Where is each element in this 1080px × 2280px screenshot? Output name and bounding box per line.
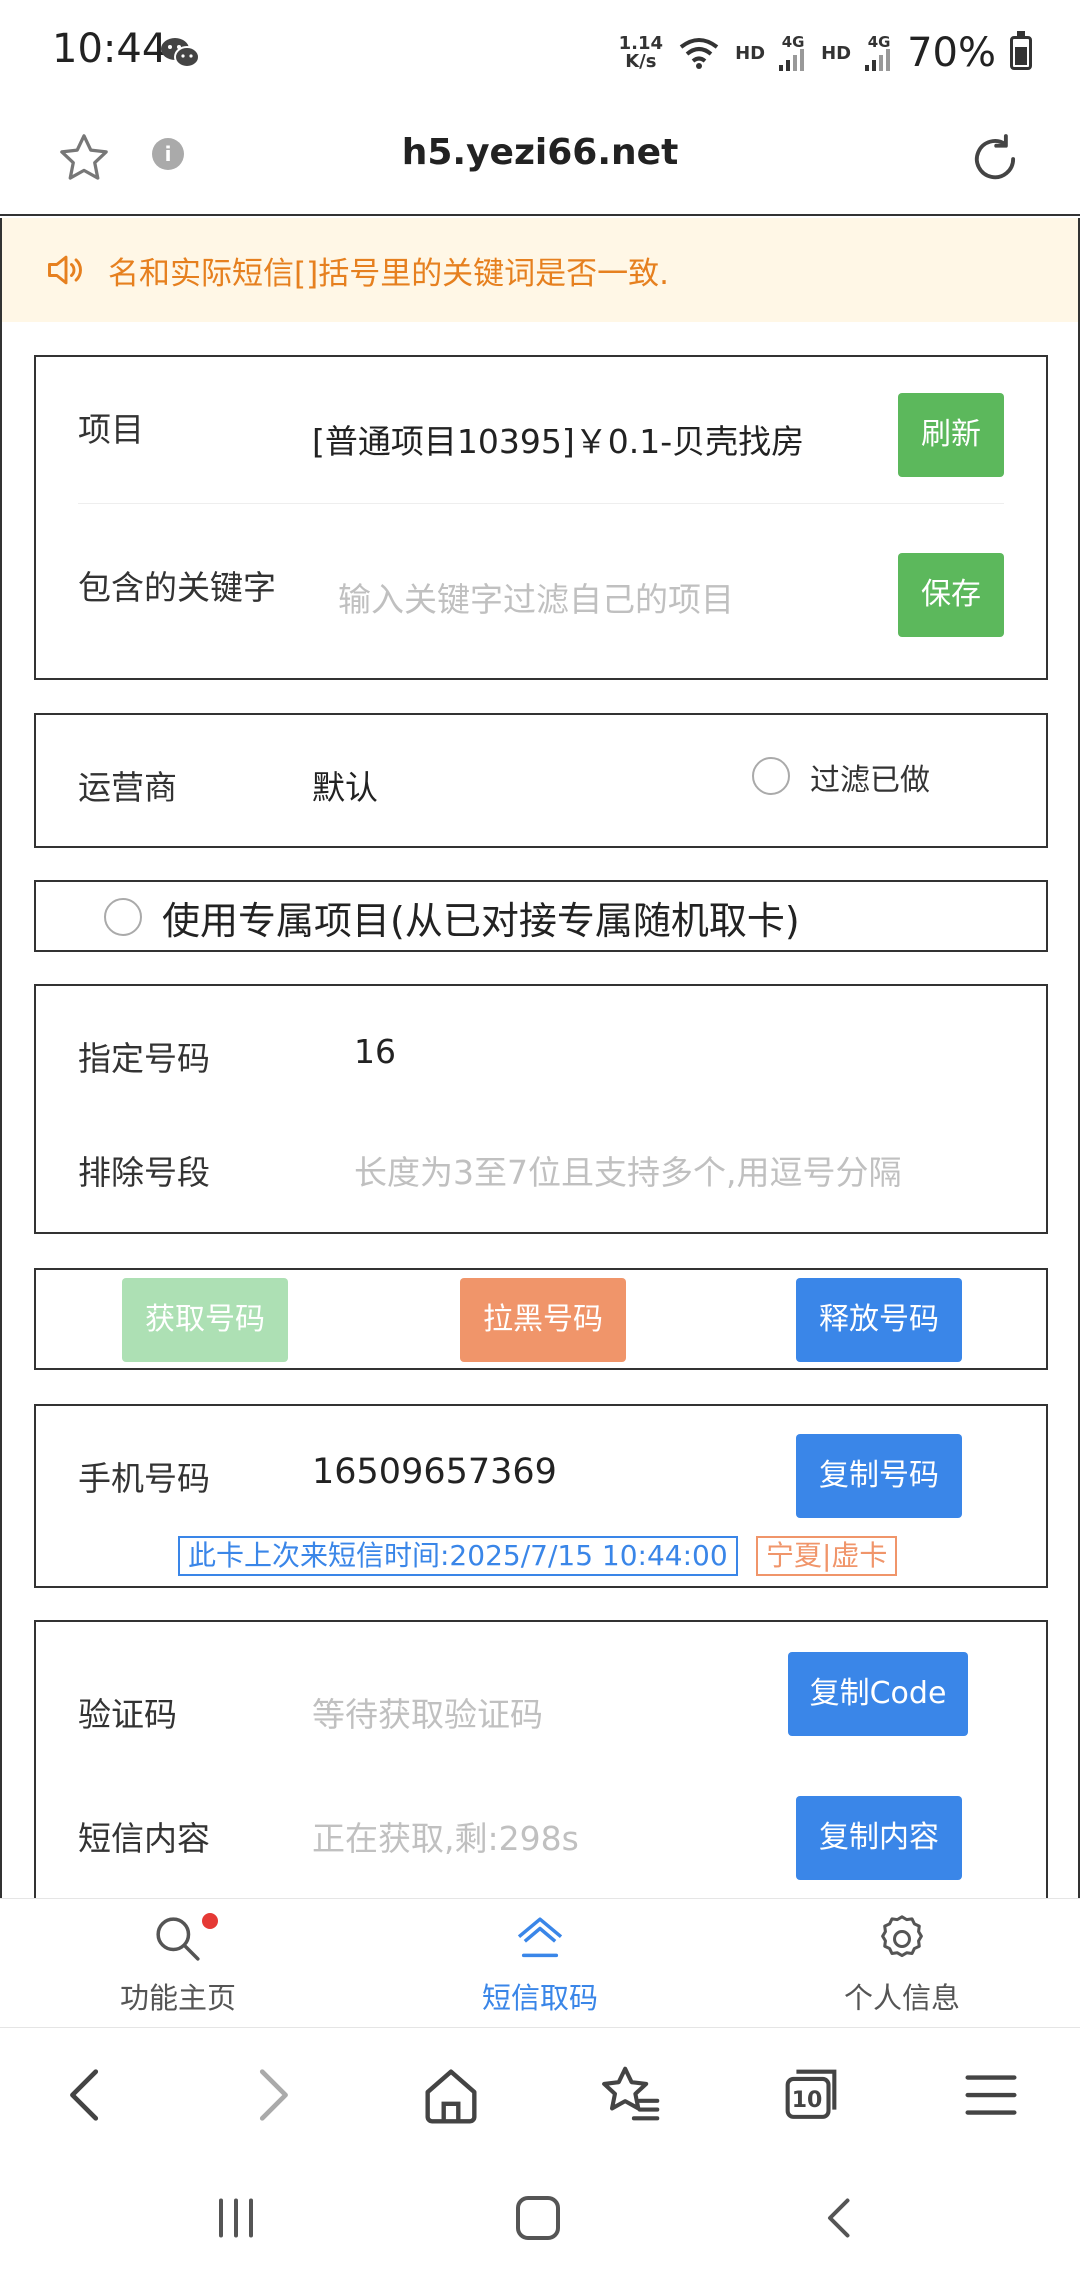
search-icon (156, 1917, 200, 1961)
tab-label: 短信取码 (481, 1981, 598, 2015)
speaker-icon (48, 255, 82, 285)
wifi-icon (679, 38, 719, 69)
exclusive-project-label[interactable]: 使用专属项目(从已对接专属随机取卡) (162, 890, 800, 945)
battery-percent: 70% (907, 30, 996, 76)
bookmarks-icon[interactable] (596, 2060, 666, 2130)
keyword-input[interactable]: 输入关键字过滤自己的项目 (338, 573, 734, 621)
exclusive-project-panel: 使用专属项目(从已对接专属随机取卡) (34, 880, 1048, 952)
operator-panel: 运营商 默认 过滤已做 (34, 713, 1048, 848)
sms-content-label: 短信内容 (78, 1819, 210, 1858)
number-actions-panel: 获取号码 拉黑号码 释放号码 (34, 1268, 1048, 1370)
home-page-icon[interactable] (416, 2060, 486, 2130)
copy-number-button[interactable]: 复制号码 (796, 1434, 962, 1518)
phone-number-panel: 手机号码 16509657369 复制号码 此卡上次来短信时间:2025/7/1… (34, 1404, 1048, 1588)
tabs-icon[interactable]: 10 (776, 2060, 846, 2130)
battery-icon (1010, 31, 1032, 70)
notice-bar: 名和实际短信[]括号里的关键词是否一致. (0, 218, 1080, 322)
network-speed: 1.14 K/s (618, 33, 664, 72)
number-filter-panel: 指定号码 16 排除号段 长度为3至7位且支持多个,用逗号分隔 (34, 984, 1048, 1234)
system-back-icon[interactable] (810, 2188, 870, 2248)
operator-label: 运营商 (78, 768, 177, 807)
forward-icon[interactable] (236, 2060, 306, 2130)
divider (78, 503, 1004, 504)
wechat-icon (161, 38, 200, 68)
signal-icon: 4G (779, 35, 807, 71)
refresh-button[interactable]: 刷新 (898, 393, 1004, 477)
tab-label: 功能主页 (119, 1981, 236, 2015)
status-time: 10:44 (52, 26, 168, 72)
region-tag: 宁夏|虚卡 (756, 1536, 898, 1576)
sms-content-value: 正在获取,剩:298s (312, 1819, 579, 1858)
hd-indicator: HD (735, 42, 766, 64)
last-sms-time-tag: 此卡上次来短信时间:2025/7/15 10:44:00 (178, 1536, 738, 1576)
system-navigation-bar (0, 2160, 1080, 2280)
phone-number-label: 手机号码 (78, 1459, 210, 1498)
copy-code-button[interactable]: 复制Code (788, 1652, 968, 1736)
tab-label: 个人信息 (843, 1981, 960, 2015)
reload-icon[interactable] (966, 130, 1024, 188)
specified-number-input[interactable]: 16 (354, 1032, 396, 1071)
notification-dot (202, 1913, 218, 1929)
hd-indicator-2: HD (821, 42, 852, 64)
copy-content-button[interactable]: 复制内容 (796, 1796, 962, 1880)
filter-done-label[interactable]: 过滤已做 (810, 755, 930, 799)
notice-text: 名和实际短信[]括号里的关键词是否一致. (108, 256, 670, 292)
project-label: 项目 (78, 410, 144, 449)
tab-sms-code[interactable]: 短信取码 (420, 1911, 660, 2017)
signal-icon-2: 4G (865, 35, 893, 71)
project-value[interactable]: [普通项目10395]￥0.1-贝壳找房 (312, 415, 804, 463)
phone-number-value: 16509657369 (312, 1452, 557, 1492)
menu-icon[interactable] (956, 2060, 1026, 2130)
exclude-prefix-label: 排除号段 (78, 1153, 210, 1192)
tab-profile[interactable]: 个人信息 (782, 1911, 1022, 2017)
code-value: 等待获取验证码 (312, 1695, 543, 1734)
specified-number-label: 指定号码 (78, 1039, 210, 1078)
tabs-count: 10 (791, 2088, 823, 2113)
code-label: 验证码 (78, 1695, 177, 1734)
tab-function-home[interactable]: 功能主页 (58, 1911, 298, 2017)
browser-address-bar: i h5.yezi66.net (0, 108, 1080, 216)
home-button-icon[interactable] (508, 2188, 568, 2248)
url-text[interactable]: h5.yezi66.net (0, 132, 1080, 173)
keyword-label: 包含的关键字 (78, 568, 276, 607)
release-number-button[interactable]: 释放号码 (796, 1278, 962, 1362)
browser-toolbar: 10 (0, 2030, 1080, 2160)
recent-apps-icon[interactable] (206, 2188, 266, 2248)
bottom-tab-bar: 功能主页 短信取码 个人信息 (0, 1898, 1080, 2028)
gear-icon (881, 1915, 923, 1958)
back-icon[interactable] (52, 2060, 122, 2130)
get-number-button[interactable]: 获取号码 (122, 1278, 288, 1362)
exclude-prefix-input[interactable]: 长度为3至7位且支持多个,用逗号分隔 (354, 1146, 901, 1194)
blacklist-number-button[interactable]: 拉黑号码 (460, 1278, 626, 1362)
save-button[interactable]: 保存 (898, 553, 1004, 637)
operator-select[interactable]: 默认 (312, 761, 378, 809)
project-panel: 项目 [普通项目10395]￥0.1-贝壳找房 刷新 包含的关键字 输入关键字过… (34, 355, 1048, 680)
filter-done-radio[interactable] (752, 757, 790, 795)
verification-panel: 验证码 等待获取验证码 复制Code 短信内容 正在获取,剩:298s 复制内容 (34, 1620, 1048, 1910)
exclusive-project-radio[interactable] (104, 898, 142, 936)
status-bar: 10:44 1.14 K/s HD 4G HD 4G 70% (0, 0, 1080, 108)
home-icon (517, 1917, 563, 1958)
